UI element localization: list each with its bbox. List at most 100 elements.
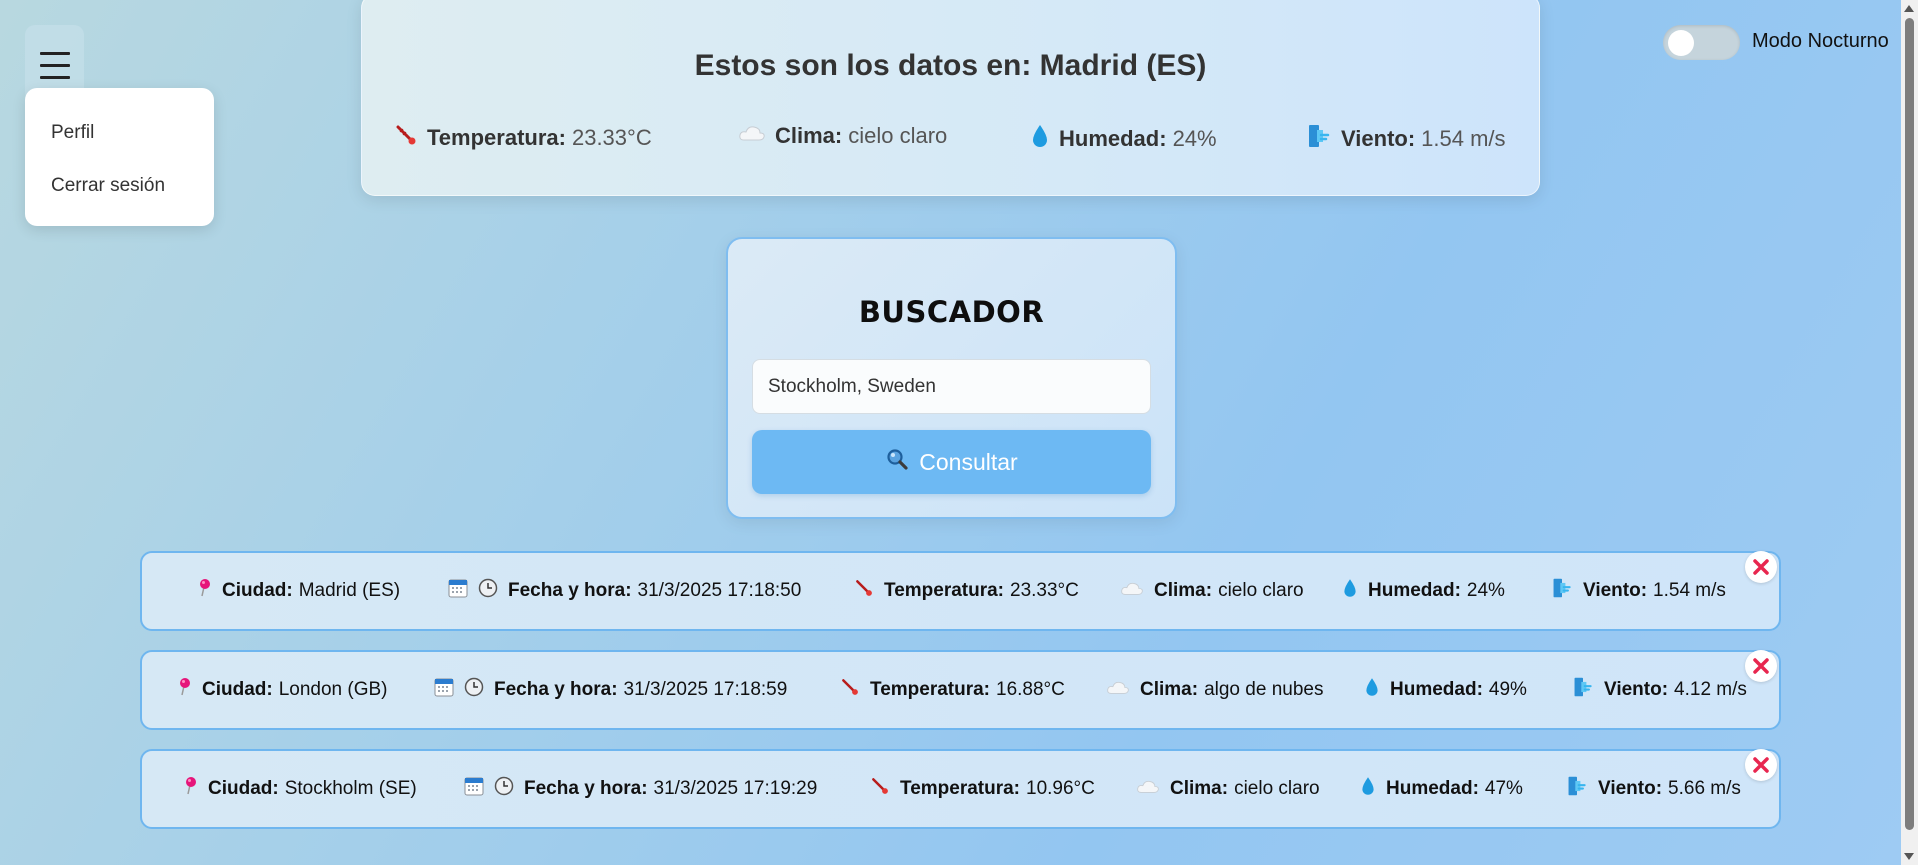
close-icon	[1753, 658, 1769, 674]
field-value: algo de nubes	[1204, 679, 1324, 700]
field-value: 4.12 m/s	[1674, 679, 1747, 700]
history-card: Ciudad: London (GB) Fecha y hora: 31/3/2…	[140, 650, 1781, 730]
stat-label: Humedad:	[1059, 126, 1167, 151]
droplet-icon	[1030, 123, 1050, 155]
history-city: Ciudad: Stockholm (SE)	[184, 751, 417, 827]
history-datetime: Fecha y hora: 31/3/2025 17:18:50	[448, 553, 801, 629]
droplet-icon	[1364, 676, 1380, 704]
history-humidity: Humedad: 24%	[1342, 553, 1505, 629]
history-temperature: Temperatura: 23.33°C	[854, 553, 1079, 629]
close-icon	[1753, 757, 1769, 773]
field-label: Fecha y hora:	[508, 580, 632, 601]
current-temperature: Temperatura: 23.33°C	[394, 123, 652, 153]
cloud-icon	[1120, 580, 1144, 603]
stat-label: Clima:	[775, 123, 843, 148]
history-humidity: Humedad: 47%	[1360, 751, 1523, 827]
field-value: Madrid (ES)	[298, 580, 401, 601]
stat-value: 1.54 m/s	[1421, 126, 1506, 151]
scroll-down-arrow-icon[interactable]	[1904, 853, 1914, 860]
history-datetime: Fecha y hora: 31/3/2025 17:19:29	[464, 751, 817, 827]
history-weather: Clima: cielo claro	[1136, 751, 1320, 827]
calendar-icon	[434, 677, 454, 703]
delete-entry-button[interactable]	[1745, 650, 1777, 682]
hamburger-icon-bar	[39, 64, 70, 67]
toggle-knob	[1668, 30, 1694, 56]
field-label: Clima:	[1140, 679, 1199, 700]
scroll-up-arrow-icon[interactable]	[1904, 5, 1914, 12]
delete-entry-button[interactable]	[1745, 749, 1777, 781]
cloud-icon	[1136, 778, 1160, 801]
droplet-icon	[1360, 775, 1376, 803]
current-wind: Viento: 1.54 m/s	[1306, 123, 1506, 155]
user-dropdown-menu: Perfil Cerrar sesión	[25, 88, 214, 226]
hamburger-icon	[39, 52, 70, 55]
search-title: BUSCADOR	[858, 295, 1045, 329]
field-value: Stockholm (SE)	[284, 778, 417, 799]
field-value: London (GB)	[278, 679, 388, 700]
current-weather-panel: Estos son los datos en: Madrid (ES) Temp…	[361, 0, 1540, 196]
field-label: Humedad:	[1368, 580, 1461, 601]
wind-icon	[1566, 775, 1588, 803]
thermometer-icon	[840, 677, 860, 703]
stat-value: 24%	[1172, 126, 1217, 151]
field-label: Clima:	[1154, 580, 1213, 601]
history-weather: Clima: algo de nubes	[1106, 652, 1323, 728]
city-search-input[interactable]	[752, 359, 1151, 414]
night-mode-label: Modo Nocturno	[1752, 30, 1889, 52]
history-weather: Clima: cielo claro	[1120, 553, 1304, 629]
stat-label: Viento:	[1341, 126, 1416, 151]
menu-item-logout[interactable]: Cerrar sesión	[51, 175, 165, 197]
clock-icon	[478, 578, 498, 604]
field-label: Clima:	[1170, 778, 1229, 799]
field-value: 49%	[1488, 679, 1527, 700]
night-mode-toggle[interactable]	[1663, 25, 1740, 60]
search-card: BUSCADOR Consultar	[726, 237, 1177, 519]
field-value: 31/3/2025 17:18:59	[623, 679, 788, 700]
calendar-icon	[464, 776, 484, 802]
history-humidity: Humedad: 49%	[1364, 652, 1527, 728]
history-wind: Viento: 5.66 m/s	[1566, 751, 1741, 827]
field-label: Fecha y hora:	[524, 778, 648, 799]
field-value: 5.66 m/s	[1668, 778, 1741, 799]
current-weather: Clima: cielo claro	[738, 123, 947, 149]
stat-value: cielo claro	[848, 123, 948, 148]
close-icon	[1753, 559, 1769, 575]
consult-button-label: Consultar	[919, 448, 1018, 475]
wind-icon	[1551, 577, 1573, 605]
history-temperature: Temperatura: 16.88°C	[840, 652, 1065, 728]
history-card: Ciudad: Stockholm (SE) Fecha y hora: 31/…	[140, 749, 1781, 829]
thermometer-icon	[870, 776, 890, 802]
field-label: Humedad:	[1386, 778, 1479, 799]
cloud-icon	[738, 123, 766, 149]
field-value: 24%	[1466, 580, 1505, 601]
field-label: Viento:	[1604, 679, 1669, 700]
field-label: Viento:	[1598, 778, 1663, 799]
history-city: Ciudad: Madrid (ES)	[198, 553, 400, 629]
field-label: Ciudad:	[208, 778, 279, 799]
field-label: Ciudad:	[222, 580, 293, 601]
history-city: Ciudad: London (GB)	[178, 652, 388, 728]
clock-icon	[464, 677, 484, 703]
delete-entry-button[interactable]	[1745, 551, 1777, 583]
wind-icon	[1306, 123, 1332, 155]
thermometer-icon	[394, 123, 418, 153]
hamburger-icon-bar	[39, 76, 70, 79]
field-value: cielo claro	[1218, 580, 1304, 601]
page-scrollbar[interactable]	[1901, 0, 1918, 865]
field-value: 1.54 m/s	[1653, 580, 1726, 601]
stat-label: Temperatura:	[427, 125, 566, 150]
field-value: cielo claro	[1234, 778, 1320, 799]
thermometer-icon	[854, 578, 874, 604]
field-value: 23.33°C	[1010, 580, 1079, 601]
menu-item-profile[interactable]: Perfil	[51, 122, 94, 144]
consult-button[interactable]: Consultar	[752, 430, 1151, 494]
wind-icon	[1572, 676, 1594, 704]
history-wind: Viento: 1.54 m/s	[1551, 553, 1726, 629]
history-card: Ciudad: Madrid (ES) Fecha y hora: 31/3/2…	[140, 551, 1781, 631]
pin-icon	[184, 776, 198, 802]
field-label: Temperatura:	[900, 778, 1021, 799]
droplet-icon	[1342, 577, 1358, 605]
history-datetime: Fecha y hora: 31/3/2025 17:18:59	[434, 652, 787, 728]
pin-icon	[198, 578, 212, 604]
scrollbar-thumb[interactable]	[1905, 18, 1914, 830]
